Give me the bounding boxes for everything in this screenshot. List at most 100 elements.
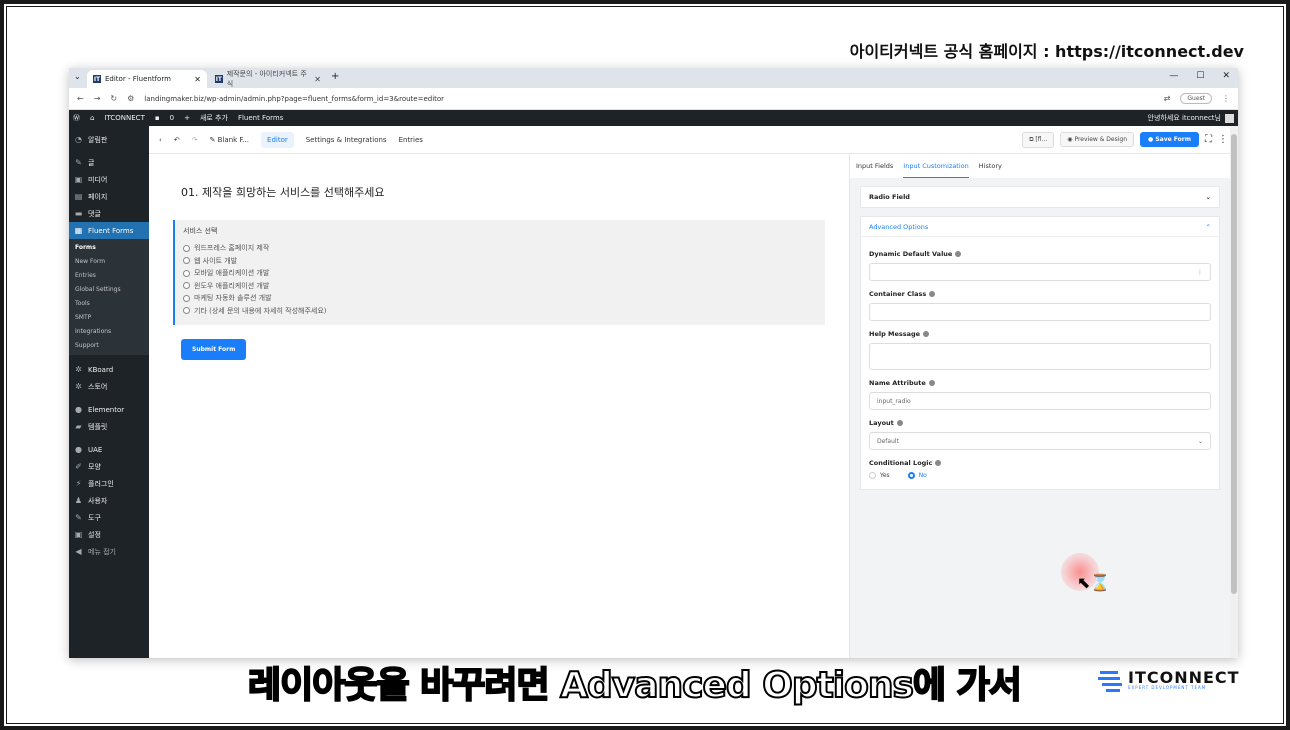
new-tab-icon[interactable]: + [331,71,339,82]
tab-entries[interactable]: Entries [399,136,423,144]
tab-settings-integrations[interactable]: Settings & Integrations [306,136,387,144]
radio-field-header[interactable]: Radio Field ⌄ [861,187,1219,207]
radio-option[interactable]: 마케팅 자동화 솔루션 개발 [183,292,817,305]
sidebar-item-tools[interactable]: ✎ 도구 [69,509,149,526]
sidebar-item-collapse[interactable]: ◀ 메뉴 접기 [69,543,149,560]
chevron-left-icon[interactable]: ‹ [159,136,162,144]
sidebar-item-pages[interactable]: ▤ 페이지 [69,188,149,205]
sidebar-item-posts[interactable]: ✎ 글 [69,154,149,171]
sidebar-item-kboard[interactable]: ✲ KBoard [69,361,149,378]
forward-icon[interactable]: → [94,94,101,103]
sidebar-item-dashboard[interactable]: ◔ 알림판 [69,131,149,148]
info-icon[interactable] [928,380,935,386]
info-icon[interactable] [896,420,903,426]
sidebar-item-plugins[interactable]: ⚡ 플러그인 [69,475,149,492]
save-form-button[interactable]: ● Save Form [1140,132,1199,147]
form-heading[interactable]: 01. 제작을 희망하는 서비스를 선택해주세요 [181,184,825,200]
container-class-input[interactable] [869,303,1211,321]
radio-field-block[interactable]: 서비스 선택 워드프레스 홈페이지 제작 웹 사이트 개발 모바일 애플리케이션… [173,220,825,325]
maximize-icon[interactable]: ☐ [1196,71,1204,81]
help-message-textarea[interactable] [869,343,1211,370]
page-scrollbar[interactable] [1230,126,1238,658]
sidebar-item-media[interactable]: ▣ 미디어 [69,171,149,188]
radio-option[interactable]: 워드프레스 홈페이지 제작 [183,242,817,255]
plus-icon[interactable]: + [184,114,190,122]
submenu-tools[interactable]: Tools [69,297,149,311]
browser-tab-active[interactable]: IT Editor - Fluentform ✕ [87,70,207,88]
name-attribute-input[interactable]: input_radio [869,392,1211,410]
greeting-link[interactable]: 안녕하세요 itconnect님 [1148,113,1221,123]
tab-list-dropdown-icon[interactable]: ⌄ [74,72,81,81]
submenu-support[interactable]: Support [69,339,149,353]
tab-input-fields[interactable]: Input Fields [856,162,893,170]
submenu-global-settings[interactable]: Global Settings [69,283,149,297]
sidebar-item-appearance[interactable]: ✐ 모양 [69,458,149,475]
tab-close-icon[interactable]: ✕ [314,75,321,84]
avatar[interactable] [1225,113,1234,123]
minimize-icon[interactable]: — [1169,71,1178,81]
sidebar-item-fluent-forms[interactable]: ▦ Fluent Forms [69,222,149,239]
radio-option[interactable]: 웹 사이트 개발 [183,255,817,268]
translate-icon[interactable]: ⇄ [1164,94,1171,103]
wordpress-logo-icon[interactable]: Ⓦ [73,113,80,123]
reload-icon[interactable]: ↻ [110,94,117,103]
sidebar-item-users[interactable]: ♟ 사용자 [69,492,149,509]
dynamic-default-input[interactable]: ⋮ [869,263,1211,281]
sidebar-item-comments[interactable]: ▬ 댓글 [69,205,149,222]
advanced-options-section: Advanced Options ⌃ Dynamic Default Value… [860,216,1220,490]
kebab-menu-icon[interactable]: ⋮ [1197,269,1203,276]
tab-editor[interactable]: Editor [261,131,294,148]
info-icon[interactable] [955,251,962,257]
undo-icon[interactable]: ↶ [174,136,180,144]
tab-input-customization[interactable]: Input Customization [903,155,969,178]
more-menu-icon[interactable]: ⋮ [1218,134,1228,145]
shortcode-button[interactable]: ⧉ [fl... [1022,131,1055,148]
comments-count[interactable]: 0 [170,114,174,122]
radio-option[interactable]: 기타 (상세 문의 내용에 자세히 작성해주세요) [183,305,817,318]
comment-icon[interactable]: ▪ [155,114,160,122]
form-title[interactable]: ✎ Blank F... [210,136,249,144]
container-class-label: Container Class [869,290,1211,298]
conditional-no-radio[interactable]: No [907,472,927,479]
sidebar-item-uae[interactable]: ● UAE [69,441,149,458]
url-field[interactable]: landingmaker.biz/wp-admin/admin.php?page… [144,95,444,103]
info-icon[interactable] [935,460,942,466]
sidebar-item-settings[interactable]: ▣ 설정 [69,526,149,543]
radio-option[interactable]: 윈도우 애플리케이션 개발 [183,280,817,293]
radio-option[interactable]: 모바일 애플리케이션 개발 [183,267,817,280]
info-icon[interactable] [923,331,930,337]
submenu-integrations[interactable]: Integrations [69,325,149,339]
submenu-new-form[interactable]: New Form [69,255,149,269]
submit-form-button[interactable]: Submit Form [181,339,247,360]
info-icon[interactable] [929,291,936,297]
tab-close-icon[interactable]: ✕ [194,75,201,84]
scroll-thumb[interactable] [1231,134,1237,594]
advanced-options-header[interactable]: Advanced Options ⌃ [861,217,1219,237]
fluent-forms-link[interactable]: Fluent Forms [238,114,283,122]
site-info-icon[interactable]: ⚙ [127,94,134,103]
close-window-icon[interactable]: ✕ [1222,71,1230,81]
back-icon[interactable]: ← [77,94,84,103]
browser-tab[interactable]: IT 제작문의 - 아이티커넥트 주식 ✕ [209,70,327,88]
browser-menu-icon[interactable]: ⋮ [1222,94,1230,103]
submenu-forms[interactable]: Forms [69,241,149,255]
submenu-smtp[interactable]: SMTP [69,311,149,325]
save-icon: ● [1148,136,1154,143]
submenu-entries[interactable]: Entries [69,269,149,283]
chevron-up-icon: ⌃ [1205,222,1211,231]
sidebar-item-templates[interactable]: ▰ 템플릿 [69,418,149,435]
new-content-link[interactable]: 새로 추가 [200,113,228,123]
radio-field-section[interactable]: Radio Field ⌄ [860,186,1220,208]
layout-select[interactable]: Default ⌄ [869,432,1211,450]
home-icon[interactable]: ⌂ [90,114,94,122]
profile-button[interactable]: Guest [1180,93,1212,104]
site-name-link[interactable]: ITCONNECT [104,114,144,122]
sidebar-item-store[interactable]: ✲ 스토어 [69,378,149,395]
radio-circle [869,472,876,479]
fullscreen-icon[interactable]: ⛶ [1205,134,1212,145]
preview-design-button[interactable]: ◉ Preview & Design [1060,132,1135,147]
redo-icon[interactable]: ↷ [192,136,198,144]
conditional-yes-radio[interactable]: Yes [869,472,890,479]
tab-history[interactable]: History [979,162,1002,170]
sidebar-item-elementor[interactable]: ● Elementor [69,401,149,418]
